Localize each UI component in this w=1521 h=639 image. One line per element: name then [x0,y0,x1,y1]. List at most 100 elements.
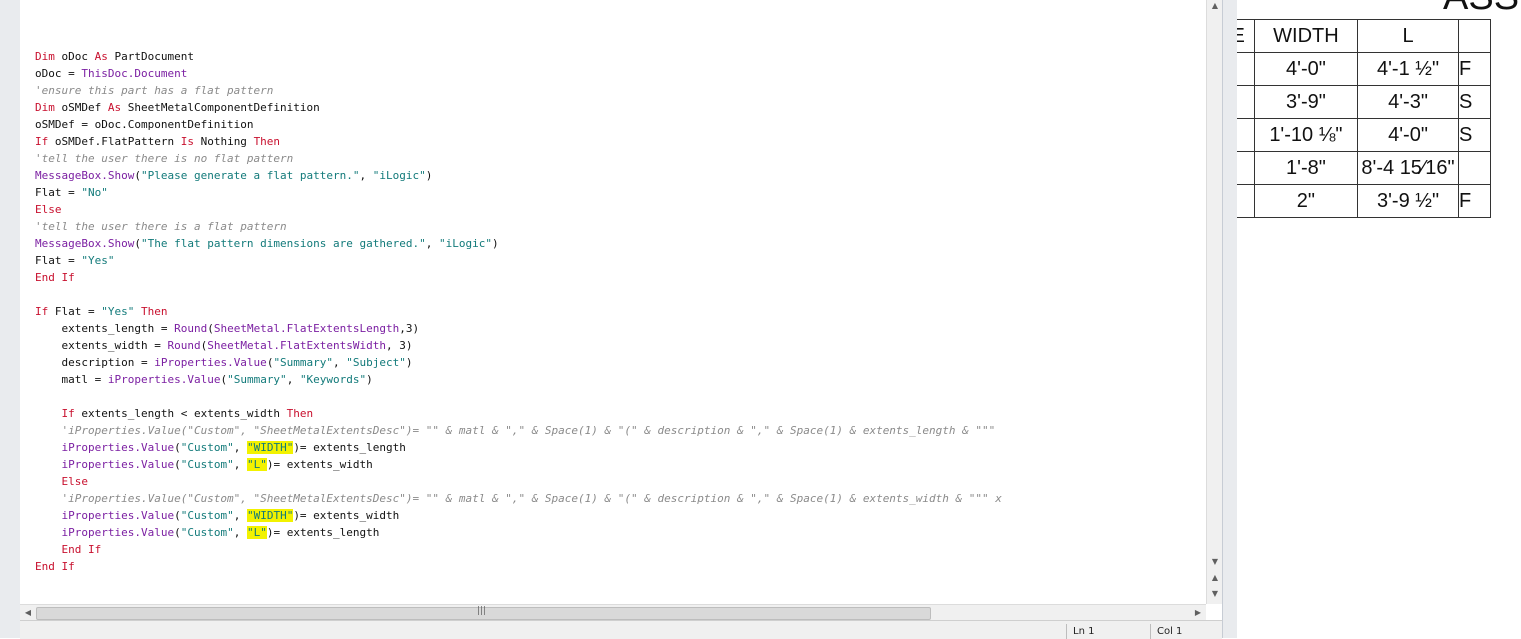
code-token: Flat = [48,305,102,318]
code-line[interactable] [35,286,1002,303]
code-line[interactable]: 'tell the user there is a flat pattern [35,218,1002,235]
scroll-left-arrow-icon[interactable]: ◀ [20,607,36,619]
split-up-arrow-icon[interactable]: ▲ [1207,572,1223,584]
code-line[interactable]: iProperties.Value("Custom", "L")= extent… [35,456,1002,473]
code-token: iProperties.Value [61,441,175,454]
code-line[interactable]: End If [35,541,1002,558]
code-token: Dim [35,101,55,114]
code-line[interactable]: iProperties.Value("Custom", "L")= extent… [35,524,1002,541]
code-token: "Summary" [227,373,287,386]
table-cell: F [1458,52,1491,86]
code-line[interactable]: description = iProperties.Value("Summary… [35,354,1002,371]
scroll-right-arrow-icon[interactable]: ▶ [1190,607,1206,619]
table-cell: 3'-9" [1253,85,1359,119]
code-token: If [35,135,49,148]
code-token: "WIDTH" [246,509,294,522]
code-token: , [233,441,247,454]
code-line[interactable]: If Flat = "Yes" Then [35,303,1002,320]
code-line[interactable]: End If [35,269,1002,286]
split-down-arrow-icon[interactable]: ▼ [1207,588,1223,600]
code-line[interactable]: oDoc = ThisDoc.Document [35,65,1002,82]
code-token: SheetMetal.FlatExtentsWidth [207,339,387,352]
code-token: Is [180,135,194,148]
code-token: Nothing [193,135,254,148]
column-indicator: Col 1 [1150,624,1223,639]
code-token: "L" [246,526,267,539]
code-line[interactable]: Dim oSMDef As SheetMetalComponentDefinit… [35,99,1002,116]
code-token: )= extents_length [293,441,406,454]
code-line[interactable]: Flat = "Yes" [35,252,1002,269]
horizontal-scrollbar[interactable]: ◀ ||| ▶ [20,604,1206,621]
code-line[interactable]: If extents_length < extents_width Then [35,405,1002,422]
code-text[interactable]: Dim oDoc As PartDocument oDoc = ThisDoc.D… [35,48,1002,575]
code-line[interactable]: 'tell the user there is no flat pattern [35,150,1002,167]
code-line[interactable]: Flat = "No" [35,184,1002,201]
table-cell: ) [1237,52,1255,86]
code-line[interactable]: iProperties.Value("Custom", "WIDTH")= ex… [35,439,1002,456]
table-cell: 4'-3" [1357,85,1459,119]
code-token: 'ensure this part has a flat pattern [35,84,274,97]
table-cell: S [1458,85,1491,119]
code-token: matl = [35,373,108,386]
code-line[interactable]: If oSMDef.FlatPattern Is Nothing Then [35,133,1002,150]
code-line[interactable]: iProperties.Value("Custom", "WIDTH")= ex… [35,507,1002,524]
code-token: extents_length = [35,322,175,335]
code-line[interactable]: 'iProperties.Value("Custom", "SheetMetal… [35,422,1002,439]
code-token: Round [167,339,201,352]
code-line[interactable]: extents_length = Round(SheetMetal.FlatEx… [35,320,1002,337]
code-token: 'iProperties.Value("Custom", "SheetMetal… [35,424,1002,437]
code-token: "No" [81,186,108,199]
code-token: Else [61,475,89,488]
code-line[interactable] [35,388,1002,405]
scroll-down-arrow-icon[interactable]: ▼ [1207,556,1223,568]
code-line[interactable]: Else [35,473,1002,490]
code-line[interactable]: 'ensure this part has a flat pattern [35,82,1002,99]
code-token: ) [405,356,413,369]
drawing-title: ASSE [1443,0,1521,19]
code-token: oSMDef = oDoc.ComponentDefinition [35,118,254,131]
scroll-up-arrow-icon[interactable]: ▲ [1207,0,1223,12]
code-token: Flat = [35,254,82,267]
code-line[interactable]: Dim oDoc As PartDocument [35,48,1002,65]
table-cell: 1'-8" [1253,151,1359,185]
code-token: "Subject" [346,356,406,369]
code-token: , [286,373,300,386]
table-cell: F [1458,184,1491,218]
code-line[interactable]: MessageBox.Show("The flat pattern dimens… [35,235,1002,252]
code-line[interactable]: 'iProperties.Value("Custom", "SheetMetal… [35,490,1002,507]
vertical-scrollbar[interactable]: ▲ ▼ ▲ ▼ [1206,0,1223,604]
code-token: "Custom" [180,458,234,471]
code-line[interactable]: MessageBox.Show("Please generate a flat … [35,167,1002,184]
table-cell: 2" [1253,184,1359,218]
code-token: Else [35,203,62,216]
code-token: PartDocument [107,50,194,63]
grip-icon: ||| [477,606,487,616]
code-token: extents_length < extents_width [74,407,287,420]
code-token: "Custom" [180,441,234,454]
code-token: "WIDTH" [246,441,294,454]
table-cell: 4'-1 ½" [1357,52,1459,86]
code-editor[interactable]: Dim oDoc As PartDocument oDoc = ThisDoc.D… [20,0,1206,604]
code-token: iProperties.Value [61,458,175,471]
code-line[interactable]: matl = iProperties.Value("Summary", "Key… [35,371,1002,388]
parts-list-table: DEWIDTHL)4'-0"4'-1 ½"F3'-9"4'-3"S1'-10 ⅛… [1237,19,1491,218]
code-token: oDoc = [35,67,82,80]
code-token: description = [35,356,155,369]
code-line[interactable]: End If [35,558,1002,575]
code-token: 'iProperties.Value("Custom", "SheetMetal… [35,492,1002,505]
code-token: iProperties.Value [107,373,221,386]
code-token: "The flat pattern dimensions are gathere… [140,237,426,250]
horizontal-scroll-thumb[interactable]: ||| [36,606,931,620]
code-token: "iLogic" [372,169,426,182]
code-line[interactable]: extents_width = Round(SheetMetal.FlatExt… [35,337,1002,354]
code-line[interactable]: oSMDef = oDoc.ComponentDefinition [35,116,1002,133]
table-row: )4'-0"4'-1 ½"F [1237,52,1491,86]
table-cell: 8'-4 15⁄16" [1357,151,1459,185]
code-token: Dim [35,50,55,63]
code-line[interactable]: Else [35,201,1002,218]
window-divider [1222,0,1238,638]
code-token: extents_width = [35,339,168,352]
